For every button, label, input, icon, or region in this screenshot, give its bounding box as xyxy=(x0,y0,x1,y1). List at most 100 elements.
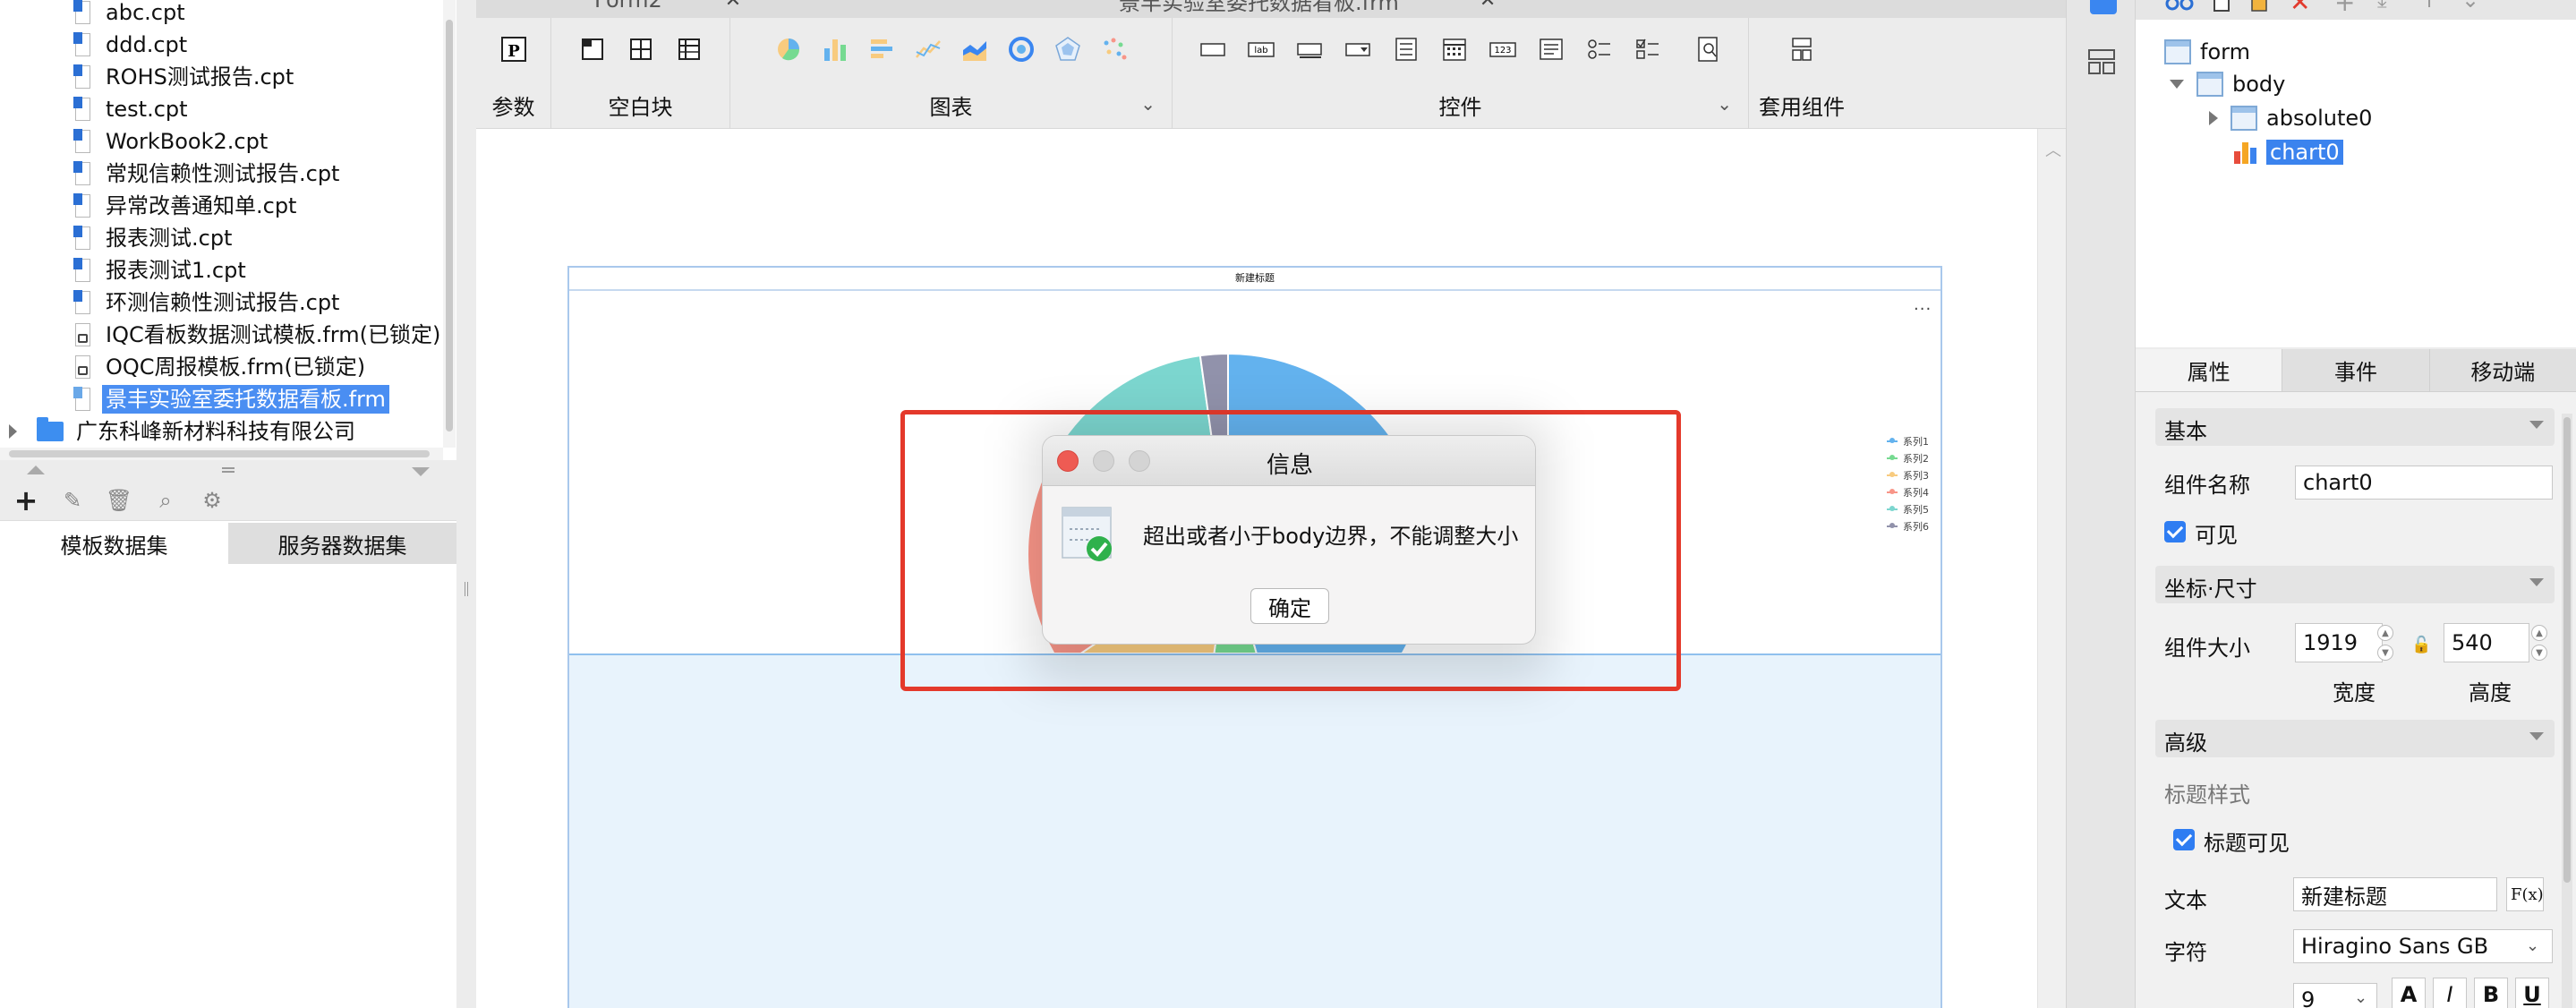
legend-item[interactable]: 系列2 xyxy=(1887,450,1929,466)
tree-node-form[interactable]: form xyxy=(2164,36,2250,68)
legend-item[interactable]: 系列6 xyxy=(1887,518,1929,534)
component-name-input[interactable]: chart0 xyxy=(2295,466,2553,500)
section-advanced[interactable]: 高级 xyxy=(2155,720,2555,757)
increment-icon[interactable]: ▲ xyxy=(2377,625,2393,641)
file-item[interactable]: test.cpt xyxy=(73,93,192,125)
scroll-thumb[interactable] xyxy=(2563,417,2571,883)
move-down-icon[interactable]: ⌄ xyxy=(2461,0,2479,13)
move-up-icon[interactable]: ↑ xyxy=(2420,0,2438,13)
close-tab-icon[interactable]: ✕ xyxy=(725,0,741,12)
file-item[interactable]: OQC周报模板.frm(已锁定) xyxy=(73,351,369,383)
scroll-thumb[interactable] xyxy=(446,20,453,431)
legend-item[interactable]: 系列3 xyxy=(1887,467,1929,483)
preview-dataset-icon[interactable]: ⌕ xyxy=(152,487,179,514)
file-item[interactable]: 环测信赖性测试报告.cpt xyxy=(73,286,343,319)
pie-chart-icon[interactable] xyxy=(773,34,804,64)
expand-arrow-icon[interactable] xyxy=(2170,80,2184,89)
absolute-block-icon[interactable] xyxy=(626,34,656,64)
delete-dataset-icon[interactable]: 🗑 xyxy=(106,487,132,514)
chevron-down-icon[interactable]: ⌄ xyxy=(2354,988,2367,1007)
folder-item[interactable]: 广东科峰新材料科技有限公司 xyxy=(0,415,359,448)
body-empty-region[interactable] xyxy=(569,653,1941,1008)
height-stepper[interactable]: ▲ ▼ xyxy=(2529,625,2549,662)
tree-node-absolute0[interactable]: absolute0 xyxy=(2209,102,2372,134)
width-stepper[interactable]: ▲ ▼ xyxy=(2376,625,2395,662)
file-item[interactable]: ddd.cpt xyxy=(73,29,191,61)
scroll-up-icon[interactable]: ︿ xyxy=(2045,138,2061,161)
gauge-chart-icon[interactable] xyxy=(1006,34,1036,64)
bar-chart-icon[interactable] xyxy=(820,34,850,64)
increment-icon[interactable]: ▲ xyxy=(2531,625,2547,641)
decrement-icon[interactable]: ▼ xyxy=(2531,645,2547,661)
tab-template-dataset[interactable]: 模板数据集 xyxy=(0,523,228,564)
file-item[interactable]: WorkBook2.cpt xyxy=(73,125,271,158)
component-panel-toggle-icon[interactable] xyxy=(2090,0,2117,14)
file-item[interactable]: IQC看板数据测试模板.frm(已锁定) xyxy=(73,319,444,351)
number-widget-icon[interactable]: 123 xyxy=(1488,34,1518,64)
ok-button[interactable]: 确定 xyxy=(1250,588,1329,624)
tree-node-chart0[interactable]: chart0 xyxy=(2232,136,2343,168)
width-input[interactable]: 1919 xyxy=(2295,623,2383,662)
chevron-down-icon[interactable] xyxy=(2529,732,2544,740)
file-item[interactable]: abc.cpt xyxy=(73,0,189,29)
lock-ratio-icon[interactable]: 🔓 xyxy=(2411,636,2431,654)
chevron-down-icon[interactable]: ⌄ xyxy=(1140,93,1156,115)
font-family-select[interactable]: Hiragino Sans GB xyxy=(2293,929,2553,963)
date-widget-icon[interactable] xyxy=(1439,34,1470,64)
tree-node-body[interactable]: body xyxy=(2170,68,2285,100)
chevron-down-icon[interactable]: ⌄ xyxy=(1717,93,1732,115)
text-area-widget-icon[interactable] xyxy=(1536,34,1566,64)
dropdown-widget-icon[interactable] xyxy=(1343,34,1373,64)
legend-item[interactable]: 系列1 xyxy=(1887,433,1929,449)
italic-button[interactable]: I xyxy=(2433,978,2467,1008)
chevron-down-icon[interactable] xyxy=(2529,578,2544,586)
file-item[interactable]: 景丰实验室委托数据看板.frm xyxy=(73,383,389,415)
copy-icon[interactable] xyxy=(2211,0,2234,14)
horizontal-bar-chart-icon[interactable] xyxy=(866,34,897,64)
section-basic[interactable]: 基本 xyxy=(2155,408,2555,446)
bold-b-button[interactable]: B xyxy=(2474,978,2508,1008)
dialog-titlebar[interactable]: 信息 xyxy=(1043,436,1535,486)
move-bottom-icon[interactable]: ⤓ xyxy=(2377,0,2387,13)
add-dataset-icon[interactable]: + xyxy=(13,483,39,517)
underline-button[interactable]: U xyxy=(2515,978,2549,1008)
file-item[interactable]: 报表测试.cpt xyxy=(73,222,235,254)
decrement-icon[interactable]: ▼ xyxy=(2377,645,2393,661)
edit-dataset-icon[interactable]: ✎ xyxy=(59,487,86,514)
panel-splitter[interactable] xyxy=(0,460,456,480)
tab-events[interactable]: 事件 xyxy=(2282,349,2430,391)
button-widget-icon[interactable] xyxy=(1294,34,1325,64)
collapse-down-icon[interactable] xyxy=(412,467,430,476)
move-top-icon[interactable]: + xyxy=(2334,0,2355,17)
dataset-settings-icon[interactable]: ⚙ xyxy=(199,487,226,514)
tab-mobile[interactable]: 移动端 xyxy=(2430,349,2576,391)
text-box-widget-icon[interactable] xyxy=(1198,34,1228,64)
paste-icon[interactable] xyxy=(2248,0,2272,14)
collapsed-arrow-icon[interactable] xyxy=(2209,111,2218,125)
file-tree-horizontal-scrollbar[interactable] xyxy=(0,448,443,460)
tab-properties[interactable]: 属性 xyxy=(2136,349,2283,391)
tab-server-dataset[interactable]: 服务器数据集 xyxy=(228,523,456,564)
visible-checkbox[interactable] xyxy=(2164,521,2186,542)
delete-icon[interactable]: ✕ xyxy=(2290,0,2310,17)
report-block-icon[interactable] xyxy=(674,34,704,64)
line-chart-icon[interactable] xyxy=(913,34,943,64)
parameter-panel-icon[interactable]: P xyxy=(499,34,529,64)
radio-group-widget-icon[interactable] xyxy=(1584,34,1615,64)
layout-panel-icon[interactable] xyxy=(2086,47,2117,77)
file-item[interactable]: ROHS测试报告.cpt xyxy=(73,61,297,93)
search-widget-icon[interactable] xyxy=(1693,34,1724,64)
tab-form2[interactable]: Form2 ✕ xyxy=(594,0,741,14)
file-tree-vertical-scrollbar[interactable] xyxy=(443,0,456,448)
radar-chart-icon[interactable] xyxy=(1053,34,1083,64)
cut-icon[interactable] xyxy=(2164,0,2195,14)
bold-button[interactable]: A xyxy=(2392,978,2426,1008)
height-input[interactable]: 540 xyxy=(2444,623,2529,662)
close-tab-icon[interactable]: ✕ xyxy=(1480,0,1496,12)
preset-component-icon[interactable] xyxy=(1787,34,1817,64)
left-panel-resize-handle[interactable] xyxy=(456,0,476,1008)
legend-item[interactable]: 系列5 xyxy=(1887,501,1929,517)
collapsed-arrow-icon[interactable] xyxy=(9,424,17,439)
tab-dashboard-frm[interactable]: 景丰实验室委托数据看板.frm ✕ xyxy=(1119,0,1496,15)
scatter-chart-icon[interactable] xyxy=(1099,34,1130,64)
